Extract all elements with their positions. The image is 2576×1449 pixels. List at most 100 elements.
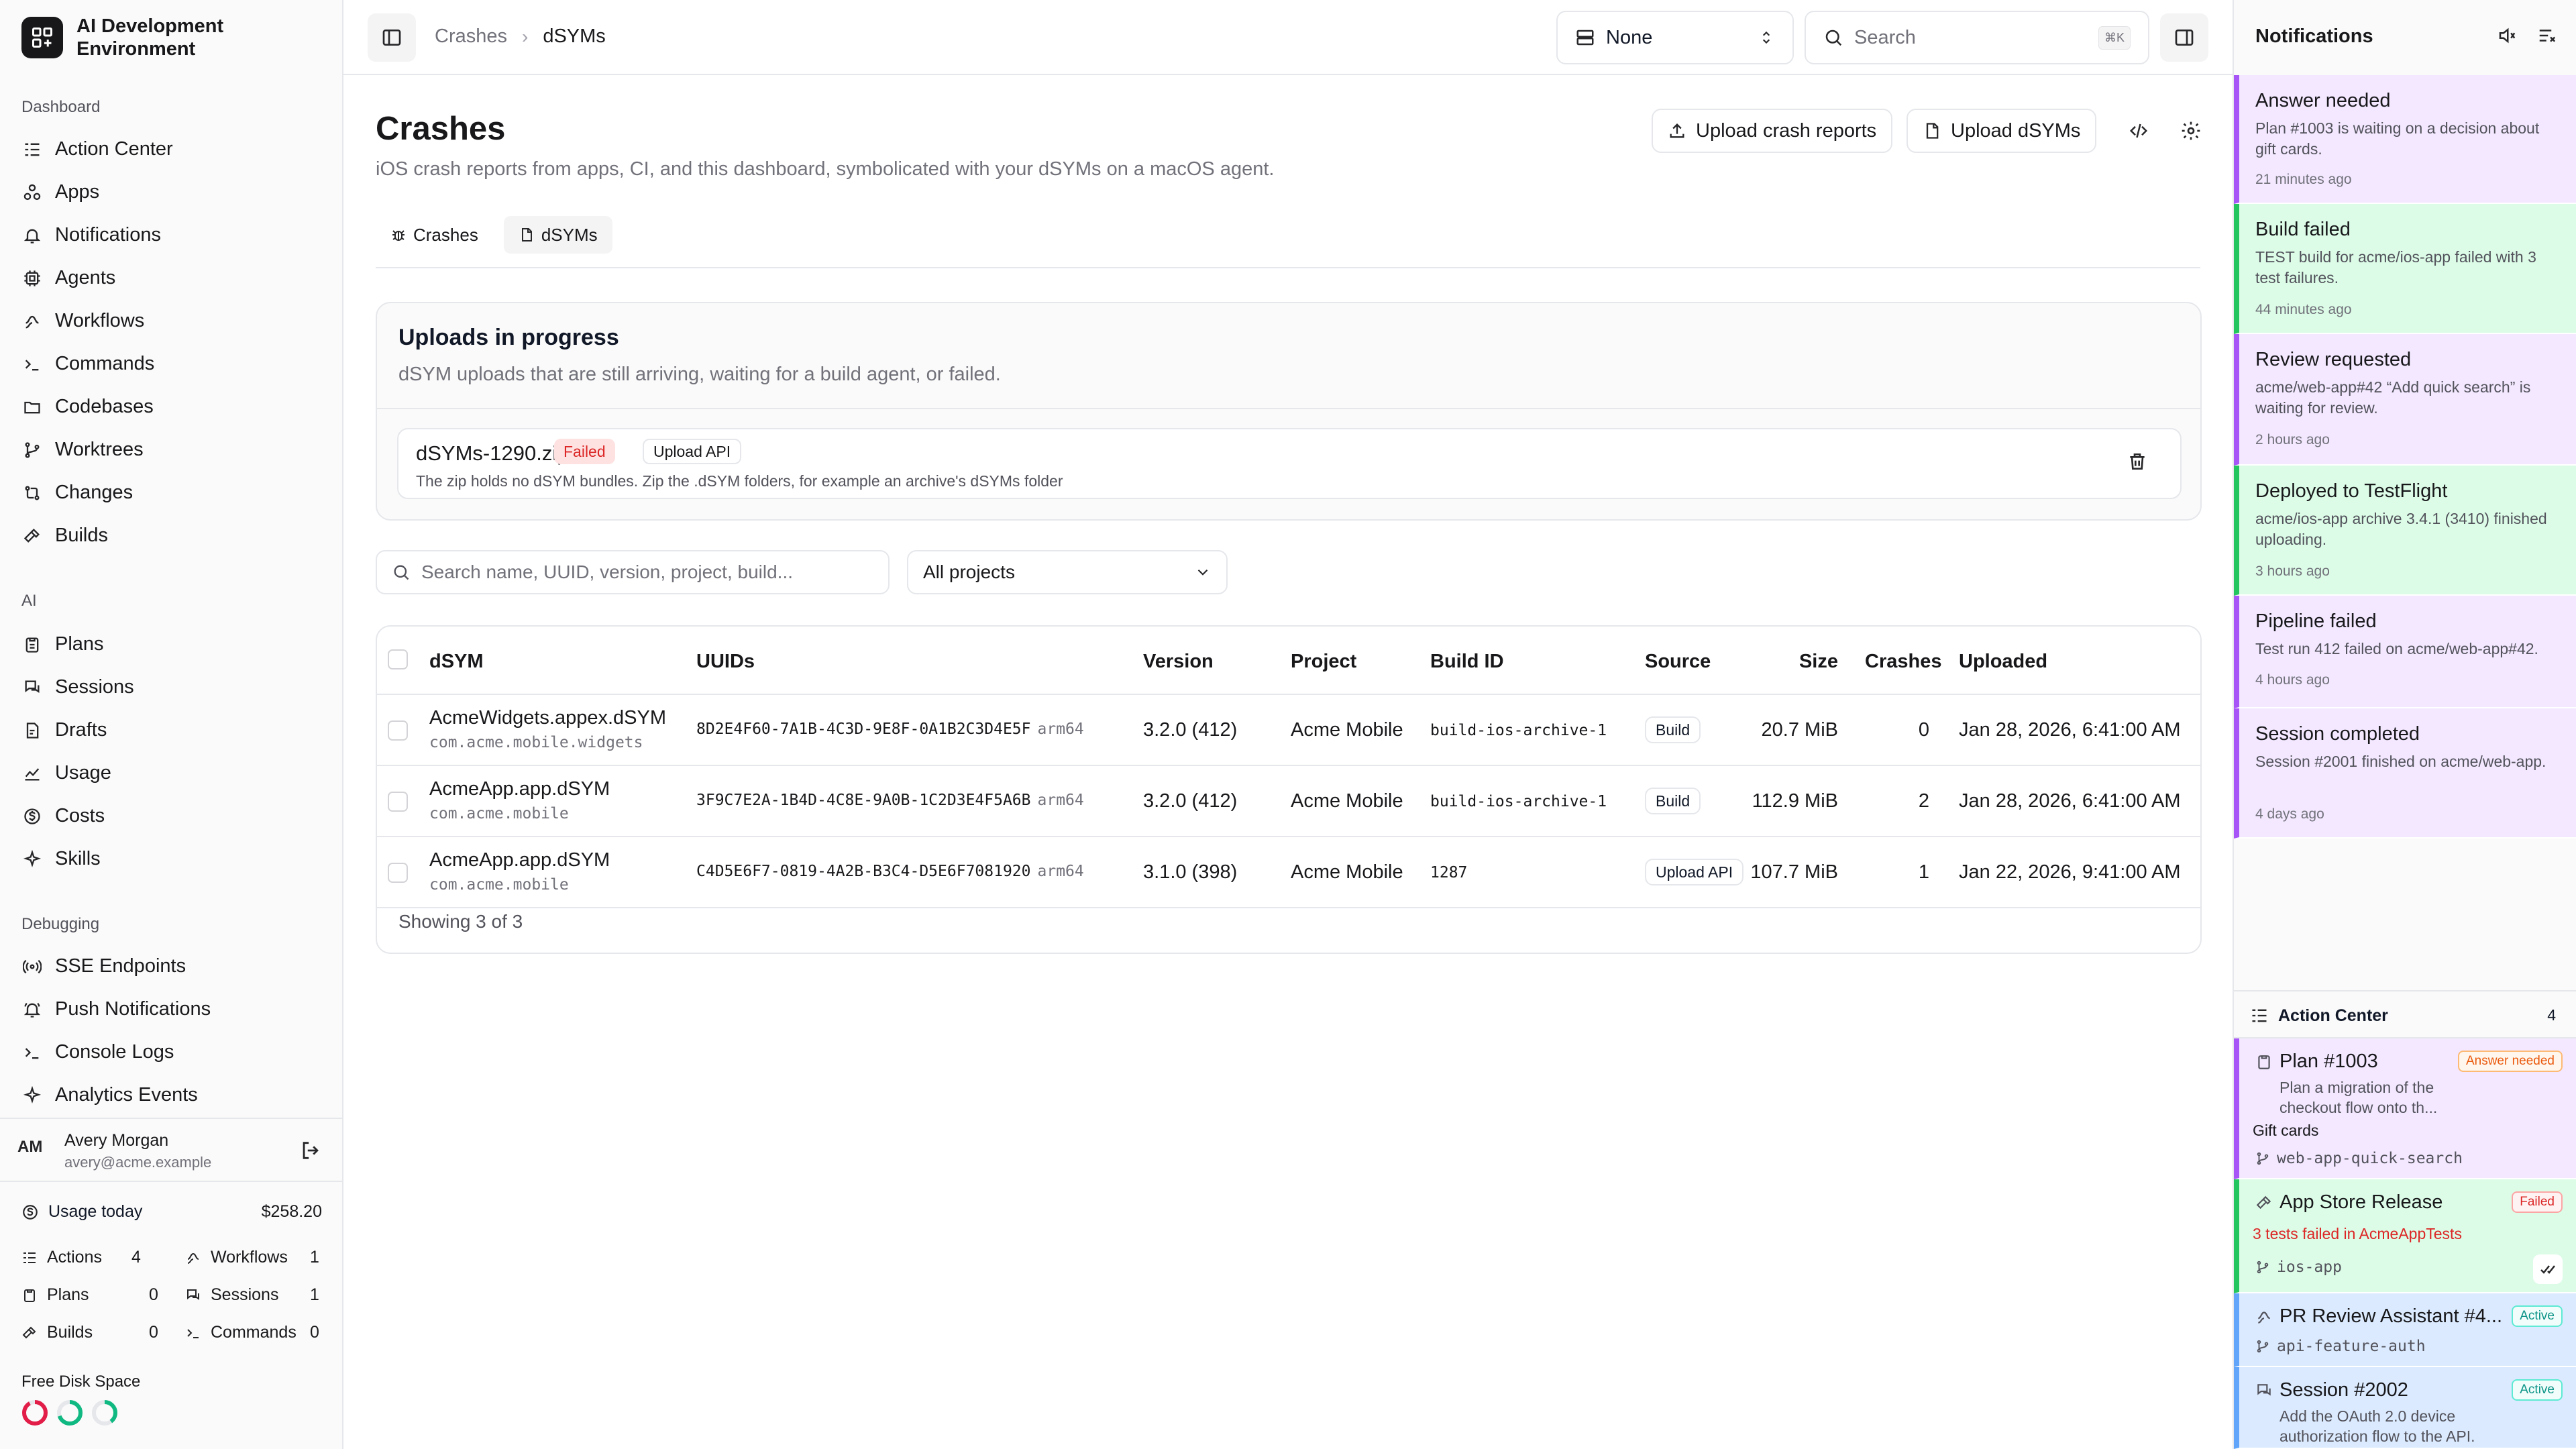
column-header-build-id[interactable]: Build ID [1430, 651, 1504, 673]
sidebar-item-plans[interactable]: Plans [21, 633, 104, 655]
delete-upload-button[interactable] [2127, 451, 2148, 472]
stat-sessions[interactable]: Sessions [185, 1285, 278, 1305]
stat-workflows[interactable]: Workflows [185, 1248, 288, 1267]
sidebar-item-label: Codebases [55, 396, 154, 417]
stat-commands[interactable]: Commands [185, 1323, 297, 1342]
sidebar-item-apps[interactable]: Apps [21, 181, 99, 203]
clear-all-icon[interactable] [2537, 25, 2557, 46]
settings-button[interactable] [2169, 109, 2212, 153]
logout-icon[interactable] [299, 1139, 322, 1162]
tab-dsyms[interactable]: dSYMs [503, 216, 612, 254]
action-item-pr-review[interactable]: PR Review Assistant #4... Active api-fea… [2234, 1293, 2576, 1367]
upload-dsyms-button[interactable]: Upload dSYMs [1907, 109, 2097, 153]
sidebar-item-label: Apps [55, 181, 100, 203]
upload-dsyms-label: Upload dSYMs [1951, 119, 2081, 142]
nav-section-ai: AI [21, 592, 37, 610]
sidebar-item-agents[interactable]: Agents [21, 267, 115, 289]
action-item-session[interactable]: Session #2002 Active Add the OAuth 2.0 d… [2234, 1367, 2576, 1449]
source-badge: Build [1645, 716, 1701, 743]
sidebar-item-action-center[interactable]: Action Center [21, 138, 173, 160]
row-checkbox[interactable] [388, 792, 408, 812]
row-checkbox[interactable] [388, 863, 408, 883]
sidebar-item-analytics-events[interactable]: Analytics Events [21, 1084, 198, 1106]
sidebar-item-changes[interactable]: Changes [21, 482, 133, 504]
action-item-plan[interactable]: Plan #1003 Answer needed Plan a migratio… [2234, 1038, 2576, 1179]
table-row[interactable]: AcmeWidgets.appex.dSYM com.acme.mobile.w… [377, 695, 2200, 766]
column-header-version[interactable]: Version [1143, 651, 1214, 673]
select-all-checkbox[interactable] [388, 649, 408, 669]
sidebar-item-notifications[interactable]: Notifications [21, 224, 161, 246]
column-header-uploaded[interactable]: Uploaded [1959, 651, 2047, 673]
notification-item[interactable]: Review requested acme/web-app#42 “Add qu… [2234, 334, 2576, 466]
column-header-dsym[interactable]: dSYM [429, 651, 484, 673]
action-center-count: 4 [2547, 1006, 2556, 1024]
column-header-crashes[interactable]: Crashes [1865, 651, 1941, 673]
main-content: Crashes iOS crash reports from apps, CI,… [343, 75, 2233, 1449]
column-header-uuids[interactable]: UUIDs [696, 651, 755, 673]
source-badge: Upload API [643, 439, 742, 464]
action-item-release[interactable]: App Store Release Failed 3 tests failed … [2234, 1179, 2576, 1293]
usage-today[interactable]: Usage today $258.20 [21, 1202, 322, 1222]
avatar[interactable]: AM [17, 1138, 42, 1157]
sidebar-item-console-logs[interactable]: Console Logs [21, 1041, 174, 1063]
mute-icon[interactable] [2497, 25, 2517, 46]
brand[interactable]: AI Development Environment [21, 15, 278, 60]
upload-crash-reports-button[interactable]: Upload crash reports [1652, 109, 1893, 153]
sidebar-item-costs[interactable]: Costs [21, 805, 105, 827]
chevron-down-icon [1194, 564, 1212, 581]
branch-name: api-feature-auth [2277, 1338, 2426, 1355]
api-code-button[interactable] [2117, 109, 2160, 153]
resolve-button[interactable] [2533, 1254, 2563, 1284]
uploaded-cell: Jan 22, 2026, 9:41:00 AM [1959, 861, 2181, 883]
sidebar-item-builds[interactable]: Builds [21, 525, 108, 547]
sidebar-item-push-notifications[interactable]: Push Notifications [21, 998, 211, 1020]
clipboard-icon [21, 634, 43, 655]
toggle-right-panel-button[interactable] [2160, 13, 2208, 62]
sidebar-item-worktrees[interactable]: Worktrees [21, 439, 144, 461]
row-checkbox[interactable] [388, 720, 408, 741]
notification-item[interactable]: Deployed to TestFlight acme/ios-app arch… [2234, 466, 2576, 596]
dollar-icon [21, 806, 43, 827]
stat-label: Sessions [211, 1285, 279, 1304]
disk-space-rings[interactable] [20, 1398, 121, 1428]
column-header-size[interactable]: Size [1771, 651, 1838, 673]
stat-plans[interactable]: Plans [21, 1285, 89, 1305]
sidebar-item-codebases[interactable]: Codebases [21, 396, 154, 418]
notification-item[interactable]: Session completed Session #2001 finished… [2234, 708, 2576, 839]
breadcrumb-crashes[interactable]: Crashes [435, 25, 507, 48]
sidebar-item-label: Console Logs [55, 1041, 174, 1063]
global-search-input[interactable]: Search ⌘K [1805, 11, 2149, 64]
project-filter-select[interactable]: All projects [907, 550, 1228, 594]
column-header-source[interactable]: Source [1645, 651, 1711, 673]
column-header-project[interactable]: Project [1291, 651, 1356, 673]
nav-section-debugging: Debugging [21, 915, 100, 933]
stat-builds[interactable]: Builds [21, 1323, 93, 1342]
notification-item[interactable]: Build failed TEST build for acme/ios-app… [2234, 204, 2576, 334]
file-icon [1923, 121, 1941, 140]
sidebar-item-workflows[interactable]: Workflows [21, 310, 144, 332]
sidebar-item-commands[interactable]: Commands [21, 353, 154, 375]
project-select[interactable]: None [1556, 11, 1794, 64]
size-cell: 107.7 MiB [1750, 861, 1838, 883]
action-item-title: App Store Release [2279, 1191, 2443, 1213]
notification-item[interactable]: Pipeline failed Test run 412 failed on a… [2234, 596, 2576, 708]
crashes-cell: 0 [1918, 719, 1929, 741]
notification-item[interactable]: Answer needed Plan #1003 is waiting on a… [2234, 75, 2576, 204]
sidebar-item-usage[interactable]: Usage [21, 762, 111, 784]
stat-actions[interactable]: Actions [21, 1248, 102, 1267]
sidebar-item-skills[interactable]: Skills [21, 848, 101, 870]
page-title: Crashes [376, 111, 506, 147]
source-badge: Upload API [1645, 859, 1744, 885]
action-center-header[interactable]: Action Center 4 [2234, 990, 2576, 1038]
sidebar-item-sse-endpoints[interactable]: SSE Endpoints [21, 955, 186, 977]
table-row[interactable]: AcmeApp.app.dSYM com.acme.mobile C4D5E6F… [377, 837, 2200, 908]
toggle-sidebar-button[interactable] [368, 13, 416, 62]
breadcrumb-dsyms: dSYMs [543, 25, 606, 47]
stat-workflows-value: 1 [310, 1248, 319, 1267]
sidebar-item-drafts[interactable]: Drafts [21, 719, 107, 741]
action-item-title: PR Review Assistant #4... [2279, 1305, 2503, 1327]
tab-crashes[interactable]: Crashes [376, 216, 493, 254]
sidebar-item-sessions[interactable]: Sessions [21, 676, 134, 698]
dsym-search-input[interactable]: Search name, UUID, version, project, bui… [376, 550, 890, 594]
table-row[interactable]: AcmeApp.app.dSYM com.acme.mobile 3F9C7E2… [377, 766, 2200, 837]
